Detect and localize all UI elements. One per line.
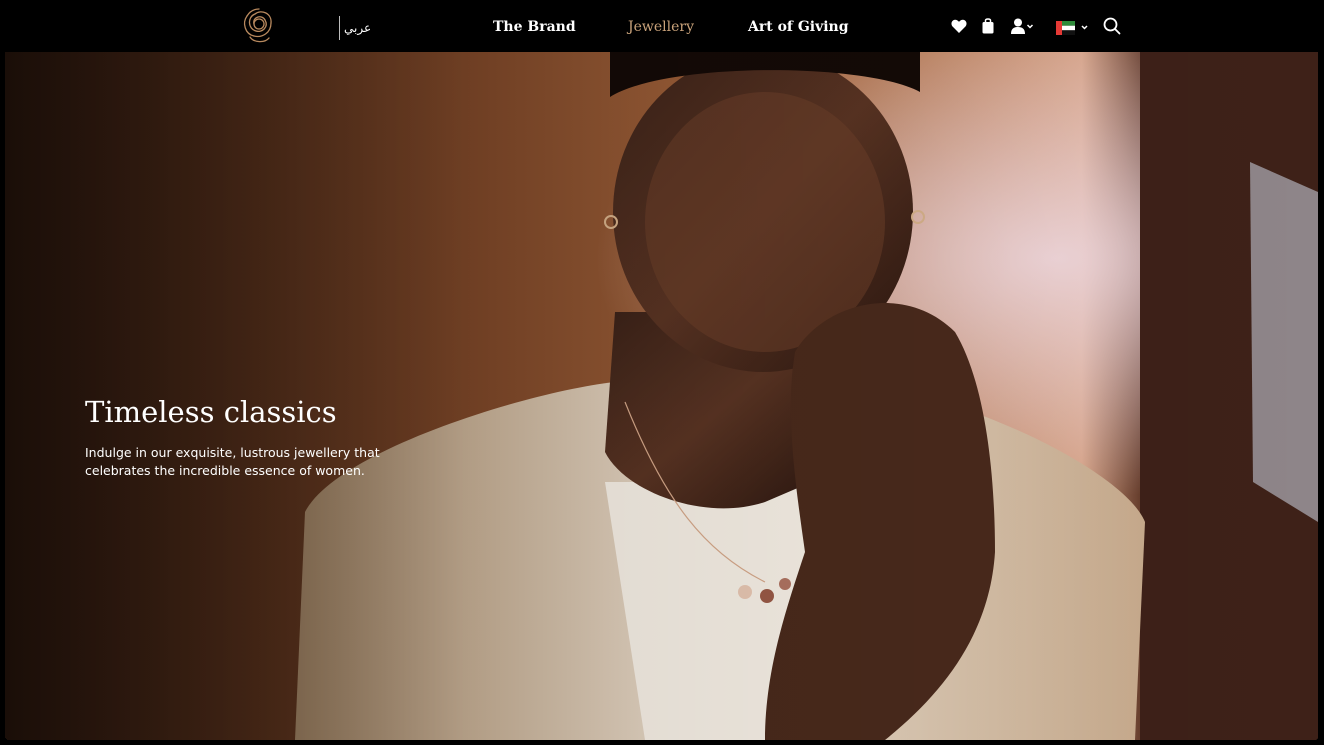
user-icon[interactable] — [1011, 18, 1035, 34]
search-icon[interactable] — [1103, 17, 1121, 35]
language-toggle[interactable]: عربي — [344, 20, 371, 36]
bag-icon[interactable] — [982, 17, 994, 34]
rose-logo-icon[interactable] — [238, 5, 280, 47]
site-header: عربي The Brand Jewellery Art of Giving — [0, 0, 1324, 52]
uae-flag-icon[interactable] — [1056, 21, 1090, 35]
nav-the-brand[interactable]: The Brand — [493, 17, 576, 37]
heart-icon[interactable] — [951, 19, 967, 34]
nav-art-of-giving[interactable]: Art of Giving — [748, 17, 849, 37]
header-divider — [339, 16, 340, 40]
nav-jewellery[interactable]: Jewellery — [628, 17, 694, 37]
hero-description: Indulge in our exquisite, lustrous jewel… — [85, 445, 380, 478]
hero-banner: Timeless classics Indulge in our exquisi… — [5, 52, 1318, 740]
browser-frame: عربي The Brand Jewellery Art of Giving T… — [0, 0, 1324, 745]
hero-title: Timeless classics — [85, 395, 337, 429]
